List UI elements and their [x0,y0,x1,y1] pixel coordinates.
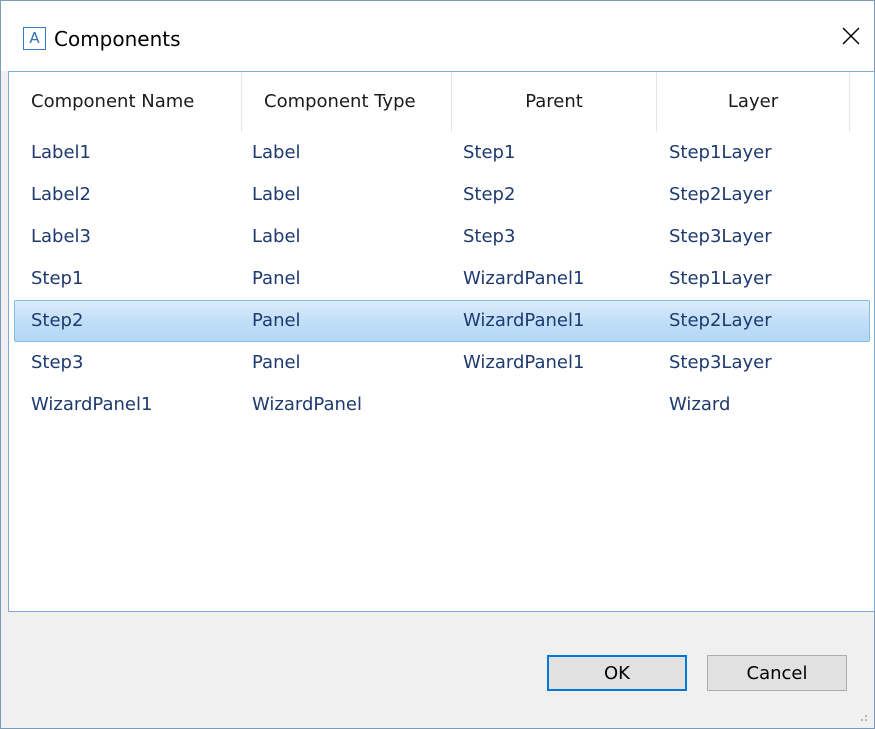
table-row[interactable]: Label3 Label Step3 Step3Layer [9,216,871,258]
cell-component-type: Label [252,142,301,163]
list-header: Component Name Component Type Parent Lay… [9,72,874,132]
cell-parent: WizardPanel1 [463,352,585,373]
cell-component-name: Label3 [31,226,92,247]
app-icon: A [23,27,46,50]
cell-component-type: Panel [252,268,301,289]
table-row[interactable]: Step1 Panel WizardPanel1 Step1Layer [9,258,871,300]
table-row[interactable]: WizardPanel1 WizardPanel Wizard [9,384,871,426]
cell-layer: Step2Layer [669,184,772,205]
cell-component-type: WizardPanel [252,394,362,415]
cell-component-name: WizardPanel1 [31,394,153,415]
components-dialog: A Components Component Name Component Ty… [0,0,875,729]
components-list[interactable]: Component Name Component Type Parent Lay… [8,71,875,612]
cell-layer: Wizard [669,394,731,415]
cell-parent: Step3 [463,226,516,247]
column-header-component-name[interactable]: Component Name [9,72,242,132]
cell-layer: Step3Layer [669,226,772,247]
cell-component-type: Panel [252,352,301,373]
column-header-parent[interactable]: Parent [452,72,657,132]
table-row[interactable]: Label2 Label Step2 Step2Layer [9,174,871,216]
ok-button[interactable]: OK [547,655,687,691]
table-row[interactable]: Step3 Panel WizardPanel1 Step3Layer [9,342,871,384]
resize-grip-icon[interactable] [856,710,868,722]
column-header-component-type[interactable]: Component Type [242,72,452,132]
cell-layer: Step2Layer [669,310,772,331]
table-row[interactable]: Step2 Panel WizardPanel1 Step2Layer [14,300,870,342]
cell-component-type: Panel [252,310,301,331]
cell-component-name: Label1 [31,142,92,163]
window-title: Components [54,27,181,51]
cell-parent: WizardPanel1 [463,268,585,289]
cell-parent: Step1 [463,142,516,163]
close-icon [842,27,860,45]
cell-component-name: Label2 [31,184,92,205]
close-button[interactable] [828,13,874,59]
table-row[interactable]: Label1 Label Step1 Step1Layer [9,132,871,174]
cell-parent: WizardPanel1 [463,310,585,331]
column-header-layer[interactable]: Layer [657,72,850,132]
cell-component-type: Label [252,184,301,205]
cell-component-type: Label [252,226,301,247]
cell-component-name: Step3 [31,352,84,373]
cancel-button[interactable]: Cancel [707,655,847,691]
cell-layer: Step3Layer [669,352,772,373]
cell-component-name: Step1 [31,268,84,289]
cell-layer: Step1Layer [669,142,772,163]
cell-parent: Step2 [463,184,516,205]
cell-layer: Step1Layer [669,268,772,289]
title-bar[interactable]: A Components [1,1,874,71]
cell-component-name: Step2 [31,310,84,331]
